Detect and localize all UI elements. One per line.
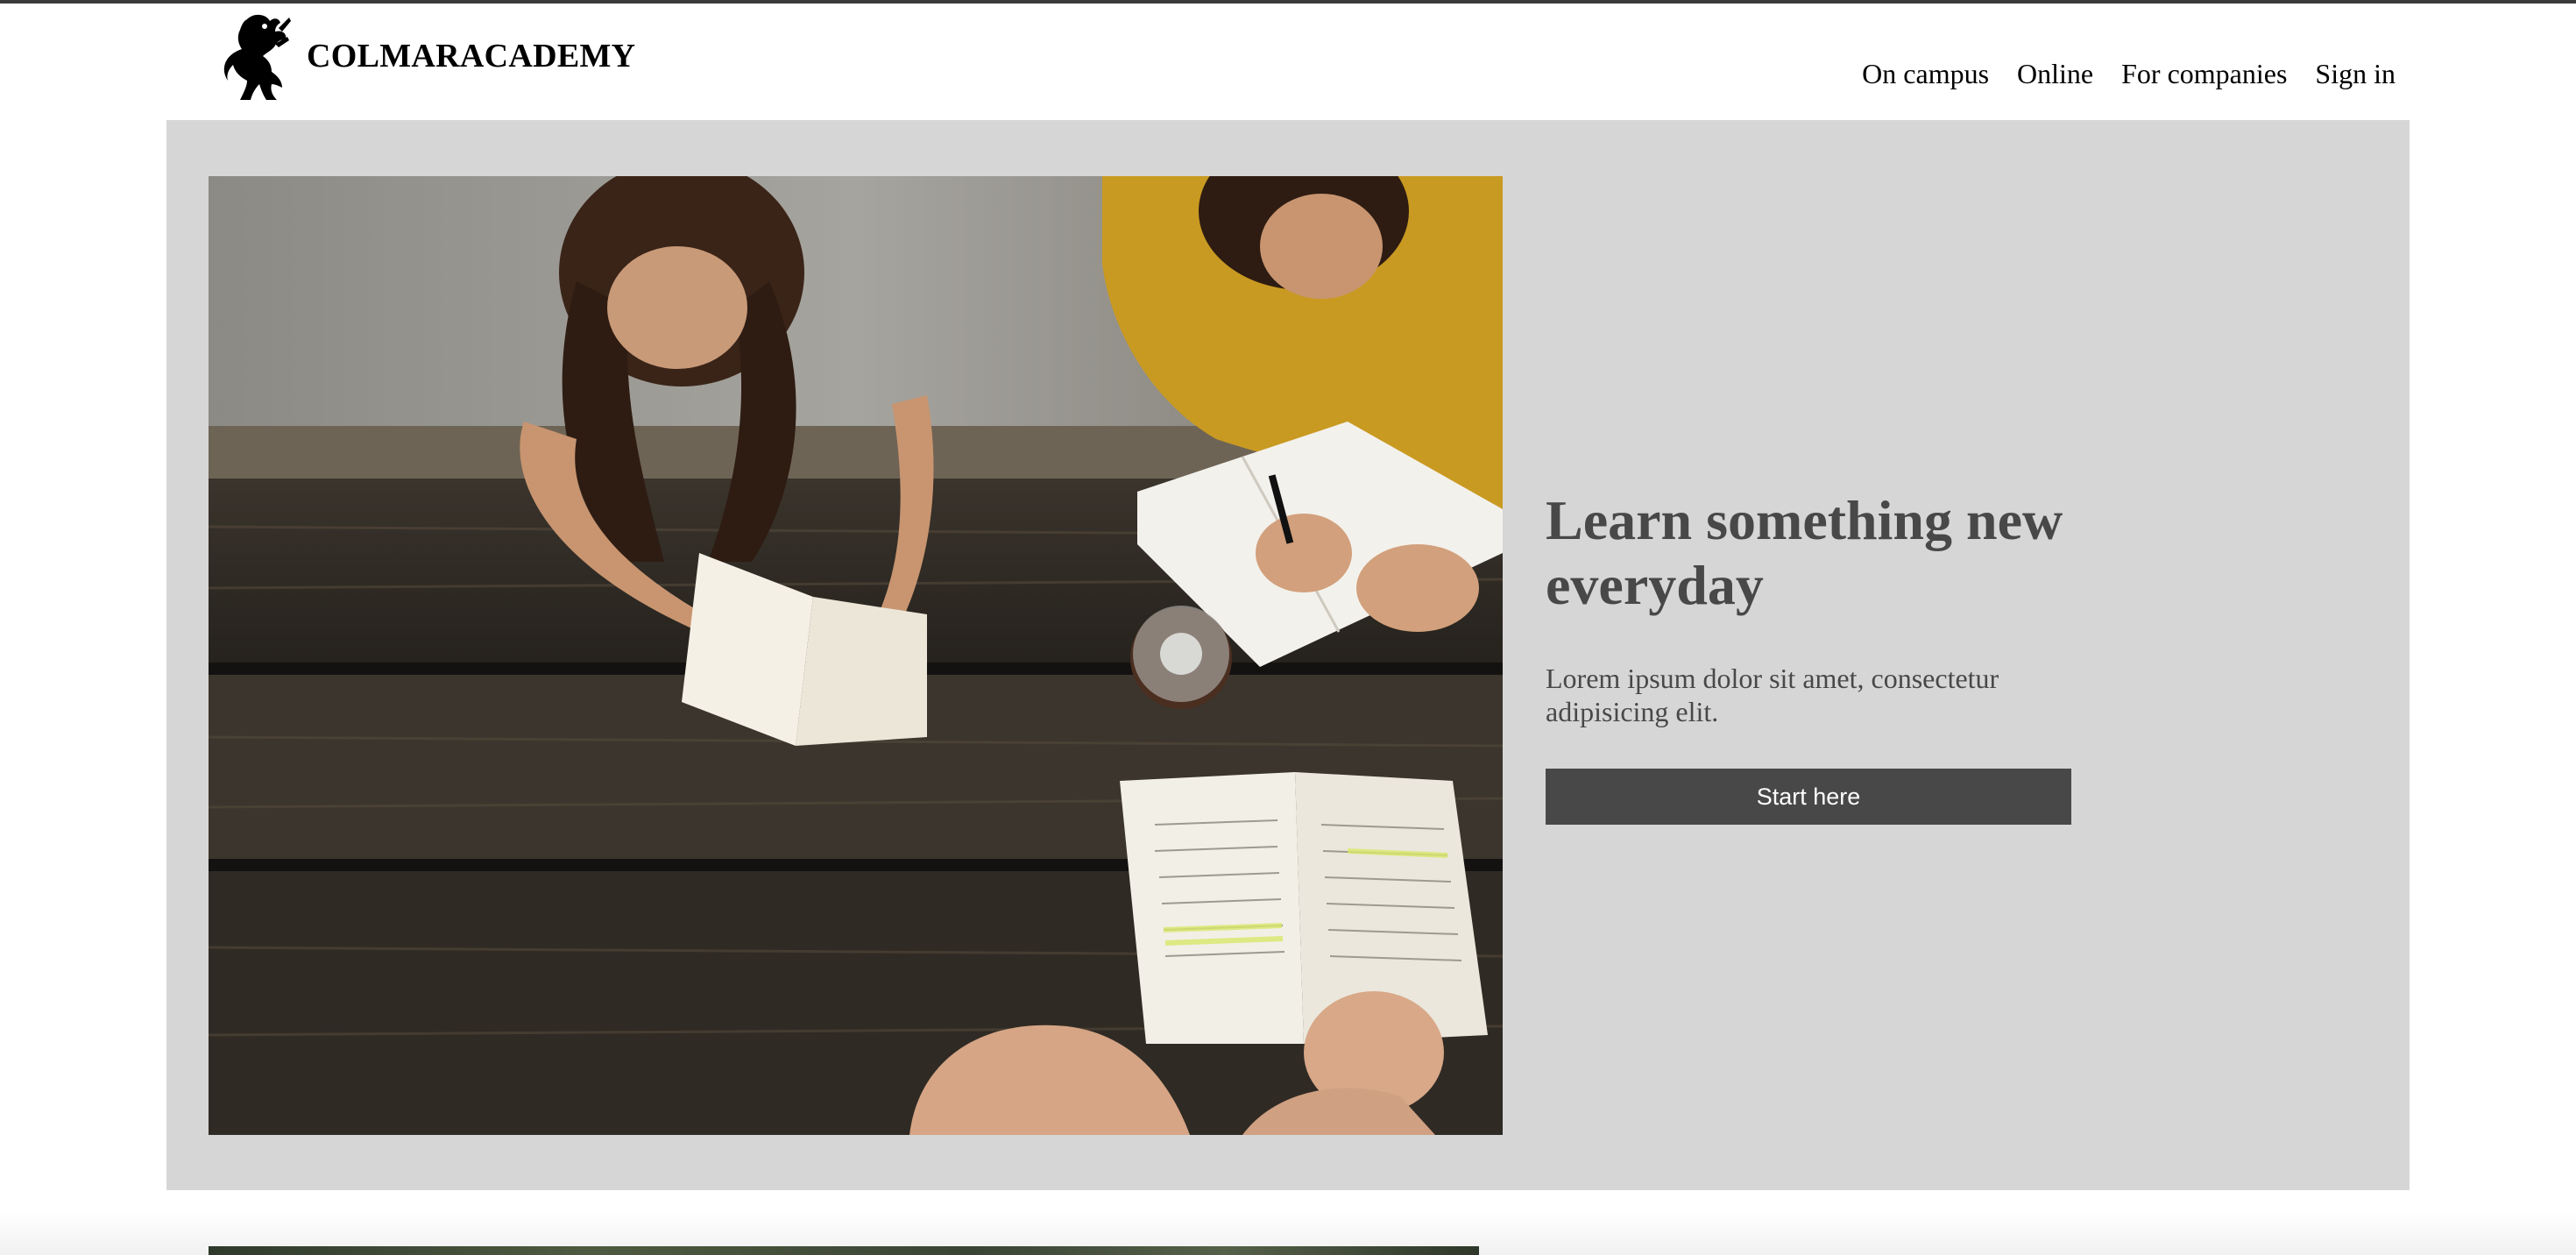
nav-link-online[interactable]: Online <box>2017 58 2093 90</box>
hero-section: Learn something new everyday Lorem ipsum… <box>166 120 2410 1190</box>
rampant-lion-icon <box>223 14 291 100</box>
brand-name: COLMARACADEMY <box>307 38 636 74</box>
nav-link-sign-in[interactable]: Sign in <box>2315 58 2396 90</box>
hero-copy: Learn something new everyday Lorem ipsum… <box>1546 488 2106 825</box>
main-navigation: On campus Online For companies Sign in <box>1862 58 2396 90</box>
nav-link-on-campus[interactable]: On campus <box>1862 58 1989 90</box>
site-header: COLMARACADEMY On campus Online For compa… <box>0 4 2576 119</box>
next-section-image-edge <box>209 1246 1479 1255</box>
hero-description: Lorem ipsum dolor sit amet, consectetur … <box>1546 663 1999 727</box>
start-here-button[interactable]: Start here <box>1546 769 2071 825</box>
hero-title: Learn something new everyday <box>1546 489 2063 616</box>
nav-link-for-companies[interactable]: For companies <box>2121 58 2287 90</box>
brand-logo-link[interactable]: COLMARACADEMY <box>221 11 635 102</box>
section-divider-shadow <box>0 1190 2576 1255</box>
students-studying-photo <box>209 176 1503 1135</box>
